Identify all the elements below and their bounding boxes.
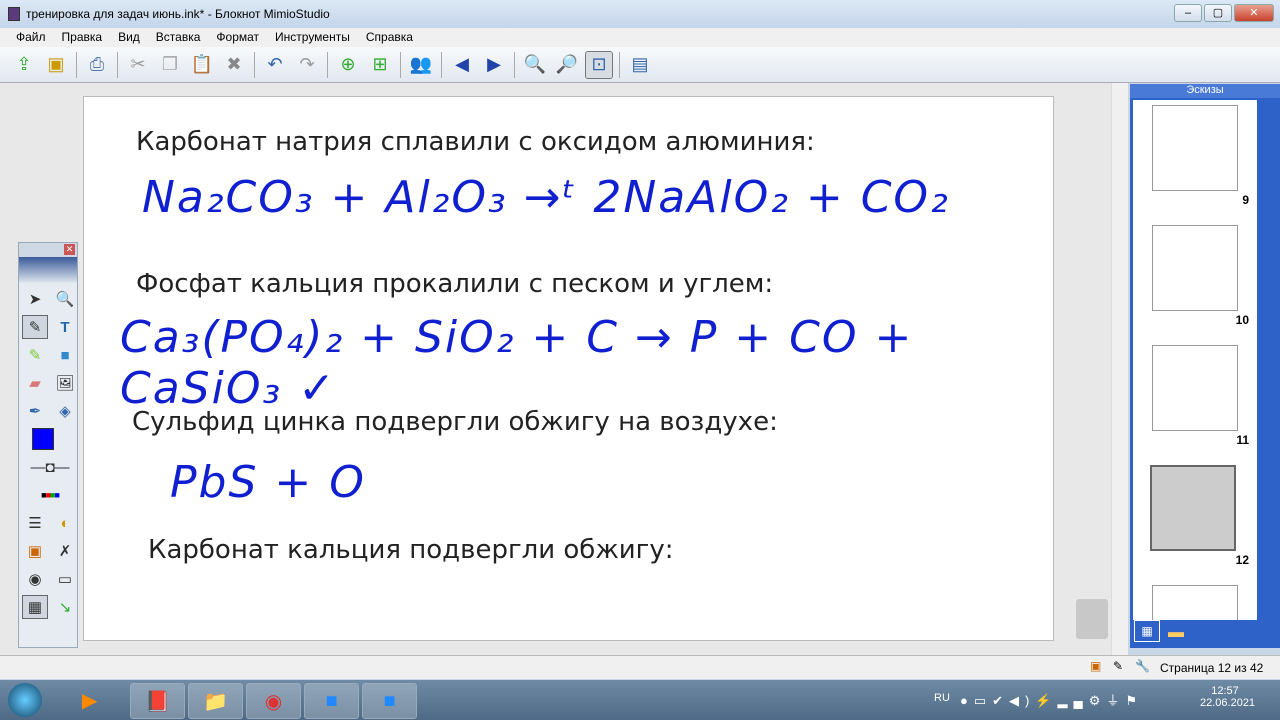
thumbnail-number: 9 [1242,193,1249,207]
zoom-tool-icon[interactable]: 🔍 [52,287,78,311]
duplicate-page-icon[interactable]: ⊞ [366,51,394,79]
record-icon[interactable]: ◉ [22,567,48,591]
thumbnail-page[interactable] [1152,225,1238,311]
fill-icon[interactable]: ◈ [52,399,78,423]
open-icon[interactable]: ⇪ [10,51,38,79]
zoom-fit-icon[interactable]: ⊡ [585,50,613,79]
menu-tools[interactable]: Инструменты [267,28,358,47]
task-line-4: Карбонат кальция подвергли обжигу: [148,535,674,565]
canvas-area: Карбонат натрия сплавили с оксидом алюми… [0,83,1128,655]
status-bar: ▣ ✎ 🔧 Страница 12 из 42 [0,655,1280,679]
pen-status-icon[interactable]: ✎ [1113,659,1123,673]
thumbnail-page[interactable] [1152,585,1238,620]
trash-icon[interactable] [1076,599,1108,639]
equation-3: PbS + O [170,457,366,508]
spotlight-icon[interactable]: ◐ [52,511,78,535]
thumbnail-number: 10 [1235,313,1249,327]
equation-2: Ca₃(PO₄)₂ + SiO₂ + C → P + CO + CaSiO₃ ✓ [120,312,914,414]
taskbar: ▶ 📕 📁 ◉ ■ ■ RU ●▭✔◀)⚡▂▄⚙⏚⚑ 12:57 22.06.2… [0,680,1280,720]
thumbnails-title: Эскизы [1130,84,1280,98]
task-line-3: Сульфид цинка подвергли обжигу на воздух… [132,407,778,437]
gallery-icon[interactable]: ▣ [22,539,48,563]
text-icon[interactable]: T [52,315,78,339]
screen-icon[interactable]: ▭ [52,567,78,591]
window-title: тренировка для задач июнь.ink* - Блокнот… [26,7,330,21]
close-button[interactable]: ✕ [1234,4,1274,22]
display-mode-icon[interactable]: ▦ [22,595,48,619]
recognition-icon[interactable]: ✗ [52,539,78,563]
language-indicator[interactable]: RU [934,692,950,704]
clock-date[interactable]: 22.06.2021 [1200,697,1255,709]
pen-preview [19,257,77,283]
redo-icon[interactable]: ↷ [293,51,321,79]
undo-icon[interactable]: ↶ [261,51,289,79]
print-icon[interactable]: ⎙ [83,51,111,79]
cut-icon[interactable]: ✂ [124,51,152,79]
eraser-icon[interactable]: ▰ [22,371,48,395]
highlighter-icon[interactable]: ✎ [22,343,48,367]
toolbar: ⇪ ▣ ⎙ ✂ ❐ 📋 ✖ ↶ ↷ ⊕ ⊞ 👥 ◀ ▶ 🔍 🔎 ⊡ ▤ [0,47,1280,83]
new-page-icon[interactable]: ⊕ [334,51,362,79]
menu-insert[interactable]: Вставка [148,28,209,47]
thumbnails-panel: Эскизы 9 10 11 12 ▦ ▬ [1130,84,1280,648]
taskbar-mimio-icon[interactable]: 📕 [130,683,185,719]
taskbar-zoom-icon-2[interactable]: ■ [362,683,417,719]
page-indicator: Страница 12 из 42 [1160,661,1264,675]
equation-1: Na₂CO₃ + Al₂O₃ →ᵗ 2NaAlO₂ + CO₂ [142,172,950,223]
close-palette-icon[interactable]: ✕ [64,244,75,255]
zoom-in-icon[interactable]: 🔍 [521,51,549,79]
app-icon [8,7,20,21]
tray-icons[interactable]: ●▭✔◀)⚡▂▄⚙⏚⚑ [960,690,1143,709]
thumbnail-number: 12 [1235,553,1249,567]
task-line-2: Фосфат кальция прокалили с песком и угле… [136,269,774,299]
paste-icon[interactable]: 📋 [188,51,216,79]
taskbar-explorer-icon[interactable]: 📁 [188,683,243,719]
thumbnails-view-icon[interactable]: ▦ [1134,620,1160,642]
eyedropper-icon[interactable]: ✒ [22,399,48,423]
clock-time[interactable]: 12:57 [1200,685,1250,697]
wrench-icon[interactable]: 🔧 [1135,659,1150,673]
pen-icon[interactable]: ✎ [22,315,48,339]
tools-palette: ✕ ➤ 🔍 ✎ T ✎ ■ ▰ 🖼 ✒ ◈ —◘— ■ ■ ■ ■ ☰ ◐ ▣ ✗ ◉ ▭ ▦ ↘ [18,242,78,648]
thumbnail-page[interactable] [1152,345,1238,431]
menu-help[interactable]: Справка [358,28,421,47]
color-swatch[interactable] [22,427,78,451]
thickness-slider[interactable]: —◘— [22,455,78,479]
menu-edit[interactable]: Правка [54,28,111,47]
taskbar-zoom-icon[interactable]: ■ [304,683,359,719]
thumbnail-page-selected[interactable] [1150,465,1236,551]
previous-page-icon[interactable]: ◀ [448,51,476,79]
color-palette[interactable]: ■ ■ ■ ■ [22,483,78,507]
window-mode-icon[interactable]: ▤ [626,51,654,79]
menu-bar: Файл Правка Вид Вставка Формат Инструмен… [0,28,1280,47]
next-page-icon[interactable]: ▶ [480,51,508,79]
select-icon[interactable]: ➤ [22,287,48,311]
line-style-icon[interactable]: ☰ [22,511,48,535]
image-icon[interactable]: 🖼 [52,371,78,395]
collaborate-icon[interactable]: 👥 [407,51,435,79]
shape-icon[interactable]: ■ [52,343,78,367]
menu-file[interactable]: Файл [8,28,54,47]
thumbnail-page[interactable] [1152,105,1238,191]
menu-format[interactable]: Формат [208,28,267,47]
copy-icon[interactable]: ❐ [156,51,184,79]
title-bar: тренировка для задач июнь.ink* - Блокнот… [0,0,1280,28]
import-icon[interactable]: ↘ [52,595,78,619]
maximize-button[interactable]: ▢ [1204,4,1232,22]
menu-view[interactable]: Вид [110,28,148,47]
media-player-icon[interactable]: ▶ [82,688,97,713]
minimize-button[interactable]: – [1174,4,1202,22]
zoom-out-icon[interactable]: 🔎 [553,51,581,79]
taskbar-chrome-icon[interactable]: ◉ [246,683,301,719]
task-line-1: Карбонат натрия сплавили с оксидом алюми… [136,127,815,157]
start-button[interactable] [8,683,42,717]
notebook-page[interactable]: Карбонат натрия сплавили с оксидом алюми… [83,96,1054,641]
save-icon[interactable]: ▣ [42,51,70,79]
delete-icon[interactable]: ✖ [220,51,248,79]
folder-view-icon[interactable]: ▬ [1168,624,1184,642]
gallery-status-icon[interactable]: ▣ [1090,659,1101,673]
thumbnail-number: 11 [1236,433,1249,447]
vertical-scrollbar[interactable] [1111,83,1128,655]
